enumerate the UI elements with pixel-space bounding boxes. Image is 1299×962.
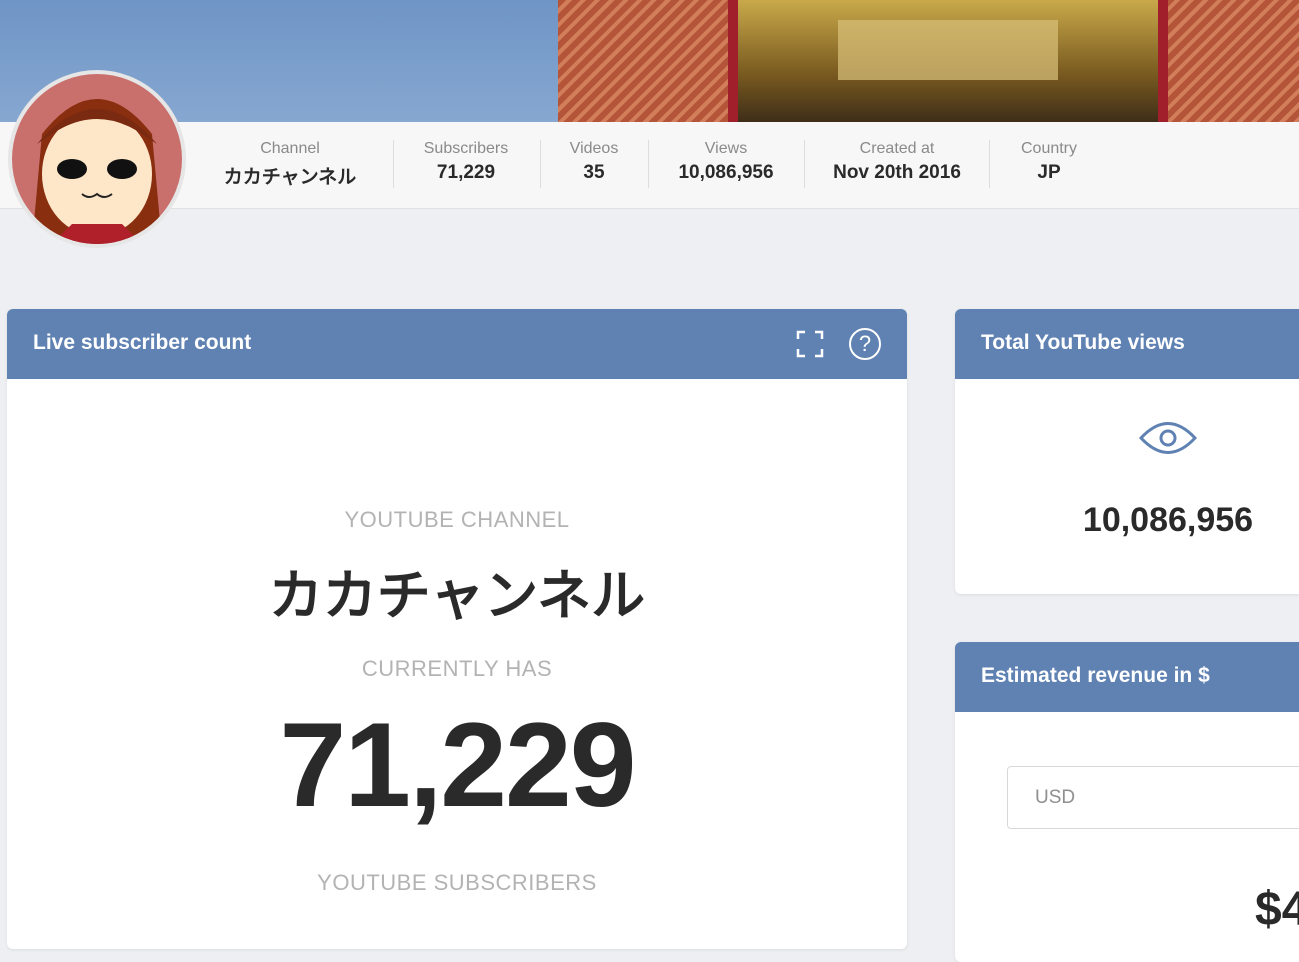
stat-label: Channel xyxy=(260,140,320,157)
card-title: Estimated revenue in $ xyxy=(981,664,1210,687)
help-icon[interactable]: ? xyxy=(849,328,881,360)
card-title: Total YouTube views xyxy=(981,331,1185,354)
stat-label: Country xyxy=(1020,140,1078,157)
stat-label: Created at xyxy=(859,140,935,157)
divider xyxy=(540,140,541,188)
banner-image xyxy=(558,0,1299,122)
live-subscriber-card: Live subscriber count ? YOUTUBE CHANNEL … xyxy=(7,309,907,949)
channel-avatar[interactable] xyxy=(8,70,186,248)
divider xyxy=(648,140,649,188)
channel-kicker: YOUTUBE CHANNEL xyxy=(344,507,570,532)
estimated-revenue-card: Estimated revenue in $ USD $4 xyxy=(955,642,1299,962)
stat-value: Nov 20th 2016 xyxy=(833,162,961,183)
stat-created: Created at Nov 20th 2016 xyxy=(833,140,961,184)
card-header: Live subscriber count ? xyxy=(7,309,907,379)
card-header: Estimated revenue in $ xyxy=(955,642,1299,712)
stat-subscribers: Subscribers 71,229 xyxy=(424,140,508,184)
stat-videos: Videos 35 xyxy=(570,140,619,184)
channel-name: カカチャンネル xyxy=(268,566,646,626)
stat-label: Subscribers xyxy=(423,140,509,157)
card-title: Live subscriber count xyxy=(33,331,252,354)
total-views-value: 10,086,956 xyxy=(1082,501,1254,539)
divider xyxy=(804,140,805,188)
channel-stats-bar xyxy=(0,122,1299,209)
stat-value: JP xyxy=(1037,162,1061,183)
stat-country: Country JP xyxy=(1021,140,1077,184)
currently-has-label: CURRENTLY HAS xyxy=(361,656,553,681)
stat-label: Videos xyxy=(569,140,619,157)
card-header: Total YouTube views xyxy=(955,309,1299,379)
stat-value: カカチャンネル xyxy=(223,167,357,188)
eye-icon xyxy=(1138,417,1198,464)
revenue-amount: $4 xyxy=(1255,883,1299,936)
stat-value: 10,086,956 xyxy=(678,162,774,183)
subscribers-label: YOUTUBE SUBSCRIBERS xyxy=(317,870,597,895)
stat-label: Views xyxy=(704,140,748,157)
stat-channel: Channel カカチャンネル xyxy=(224,140,356,189)
subscriber-count: 71,229 xyxy=(279,698,636,832)
divider xyxy=(989,140,990,188)
stat-value: 71,229 xyxy=(436,162,496,183)
currency-value: USD xyxy=(1035,787,1076,808)
total-views-card: Total YouTube views 10,086,956 xyxy=(955,309,1299,594)
fullscreen-icon[interactable] xyxy=(796,330,824,364)
stat-value: 35 xyxy=(583,162,605,183)
divider xyxy=(393,140,394,188)
currency-select[interactable]: USD xyxy=(1007,766,1299,829)
stat-views: Views 10,086,956 xyxy=(678,140,773,184)
